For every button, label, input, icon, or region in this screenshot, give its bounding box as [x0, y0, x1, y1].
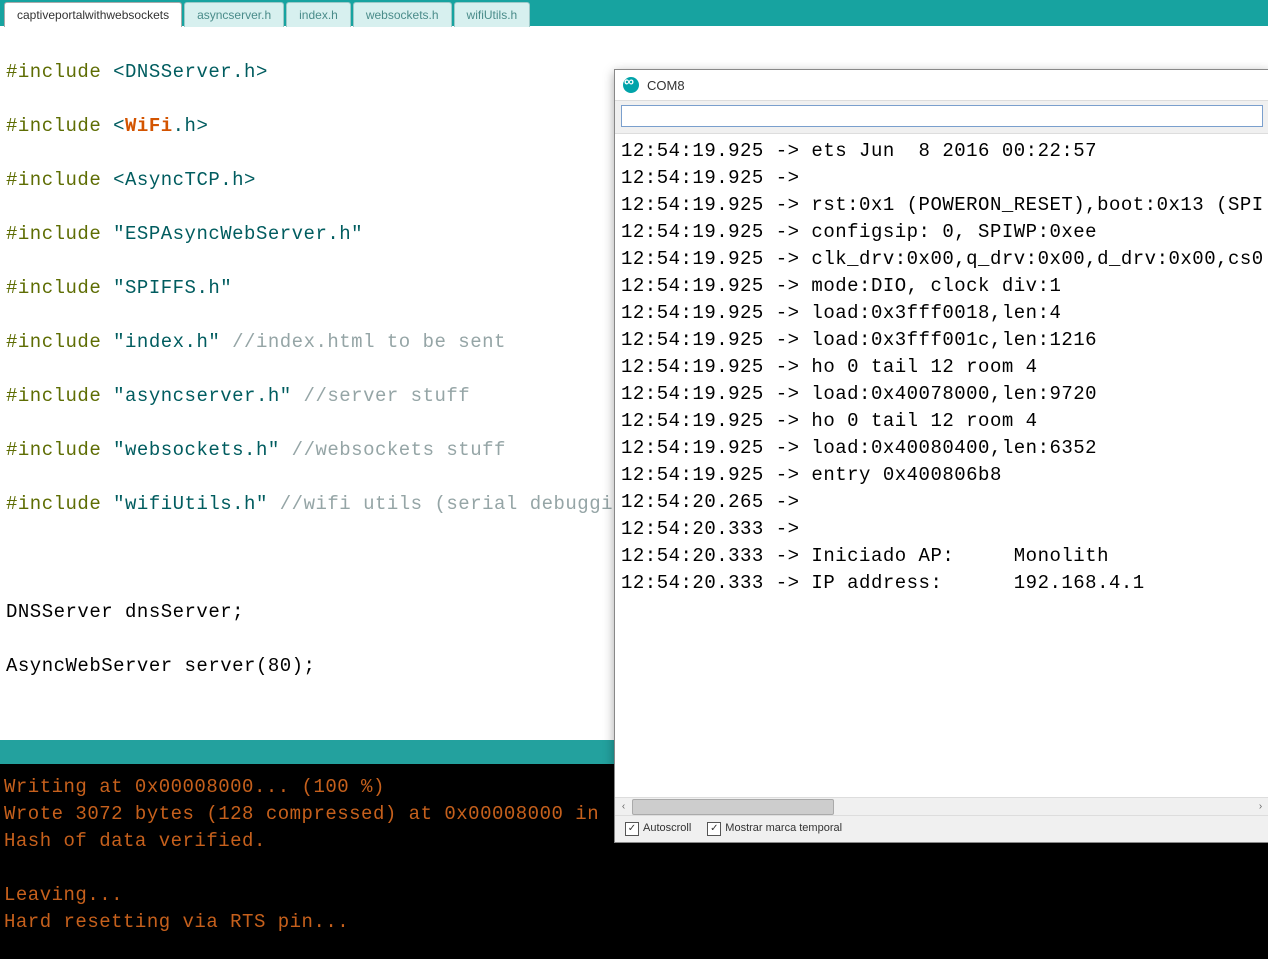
- tab-captiveportal[interactable]: captiveportalwithwebsockets: [4, 2, 182, 27]
- autoscroll-checkbox[interactable]: ✓Autoscroll: [625, 822, 691, 836]
- serial-monitor-window: COM8 12:54:19.925 -> ets Jun 8 2016 00:2…: [614, 69, 1268, 843]
- serial-send-input[interactable]: [621, 105, 1263, 127]
- timestamp-checkbox[interactable]: ✓Mostrar marca temporal: [707, 822, 842, 836]
- serial-output[interactable]: 12:54:19.925 -> ets Jun 8 2016 00:22:57 …: [615, 133, 1268, 797]
- checkbox-icon: ✓: [625, 822, 639, 836]
- tab-websockets[interactable]: websockets.h: [353, 2, 452, 27]
- serial-footer: ✓Autoscroll ✓Mostrar marca temporal: [615, 815, 1268, 842]
- checkbox-icon: ✓: [707, 822, 721, 836]
- tab-wifiutils[interactable]: wifiUtils.h: [454, 2, 531, 27]
- serial-horizontal-scrollbar[interactable]: ‹ ›: [615, 797, 1268, 815]
- serial-title: COM8: [647, 78, 685, 93]
- scroll-left-icon[interactable]: ‹: [615, 798, 632, 815]
- tab-bar: captiveportalwithwebsockets asyncserver.…: [4, 2, 530, 26]
- tab-index[interactable]: index.h: [286, 2, 351, 27]
- tab-asyncserver[interactable]: asyncserver.h: [184, 2, 284, 27]
- serial-titlebar[interactable]: COM8: [615, 70, 1268, 101]
- scroll-right-icon[interactable]: ›: [1252, 798, 1268, 815]
- arduino-logo-icon: [623, 77, 639, 93]
- scroll-thumb[interactable]: [632, 799, 834, 815]
- serial-input-row: [615, 101, 1268, 133]
